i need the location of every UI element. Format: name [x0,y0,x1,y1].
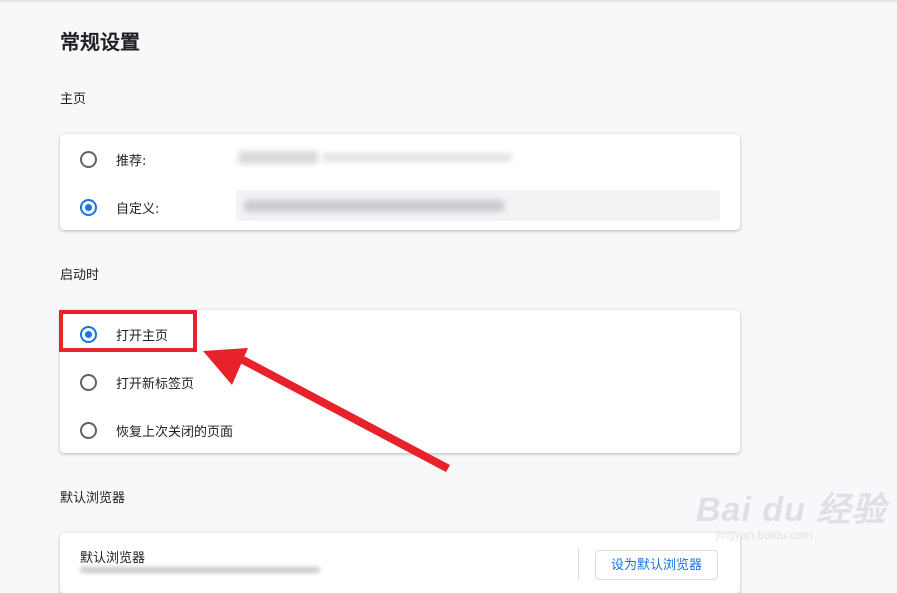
baidu-watermark-logo: Bai du 经验 jingyan.baidu.com [688,470,888,560]
annotation-arrow-shaft [240,356,450,472]
watermark-brand: Bai du 经验 [696,491,887,529]
watermark-url: jingyan.baidu.com [716,528,813,542]
annotation-arrow-head [203,348,248,385]
